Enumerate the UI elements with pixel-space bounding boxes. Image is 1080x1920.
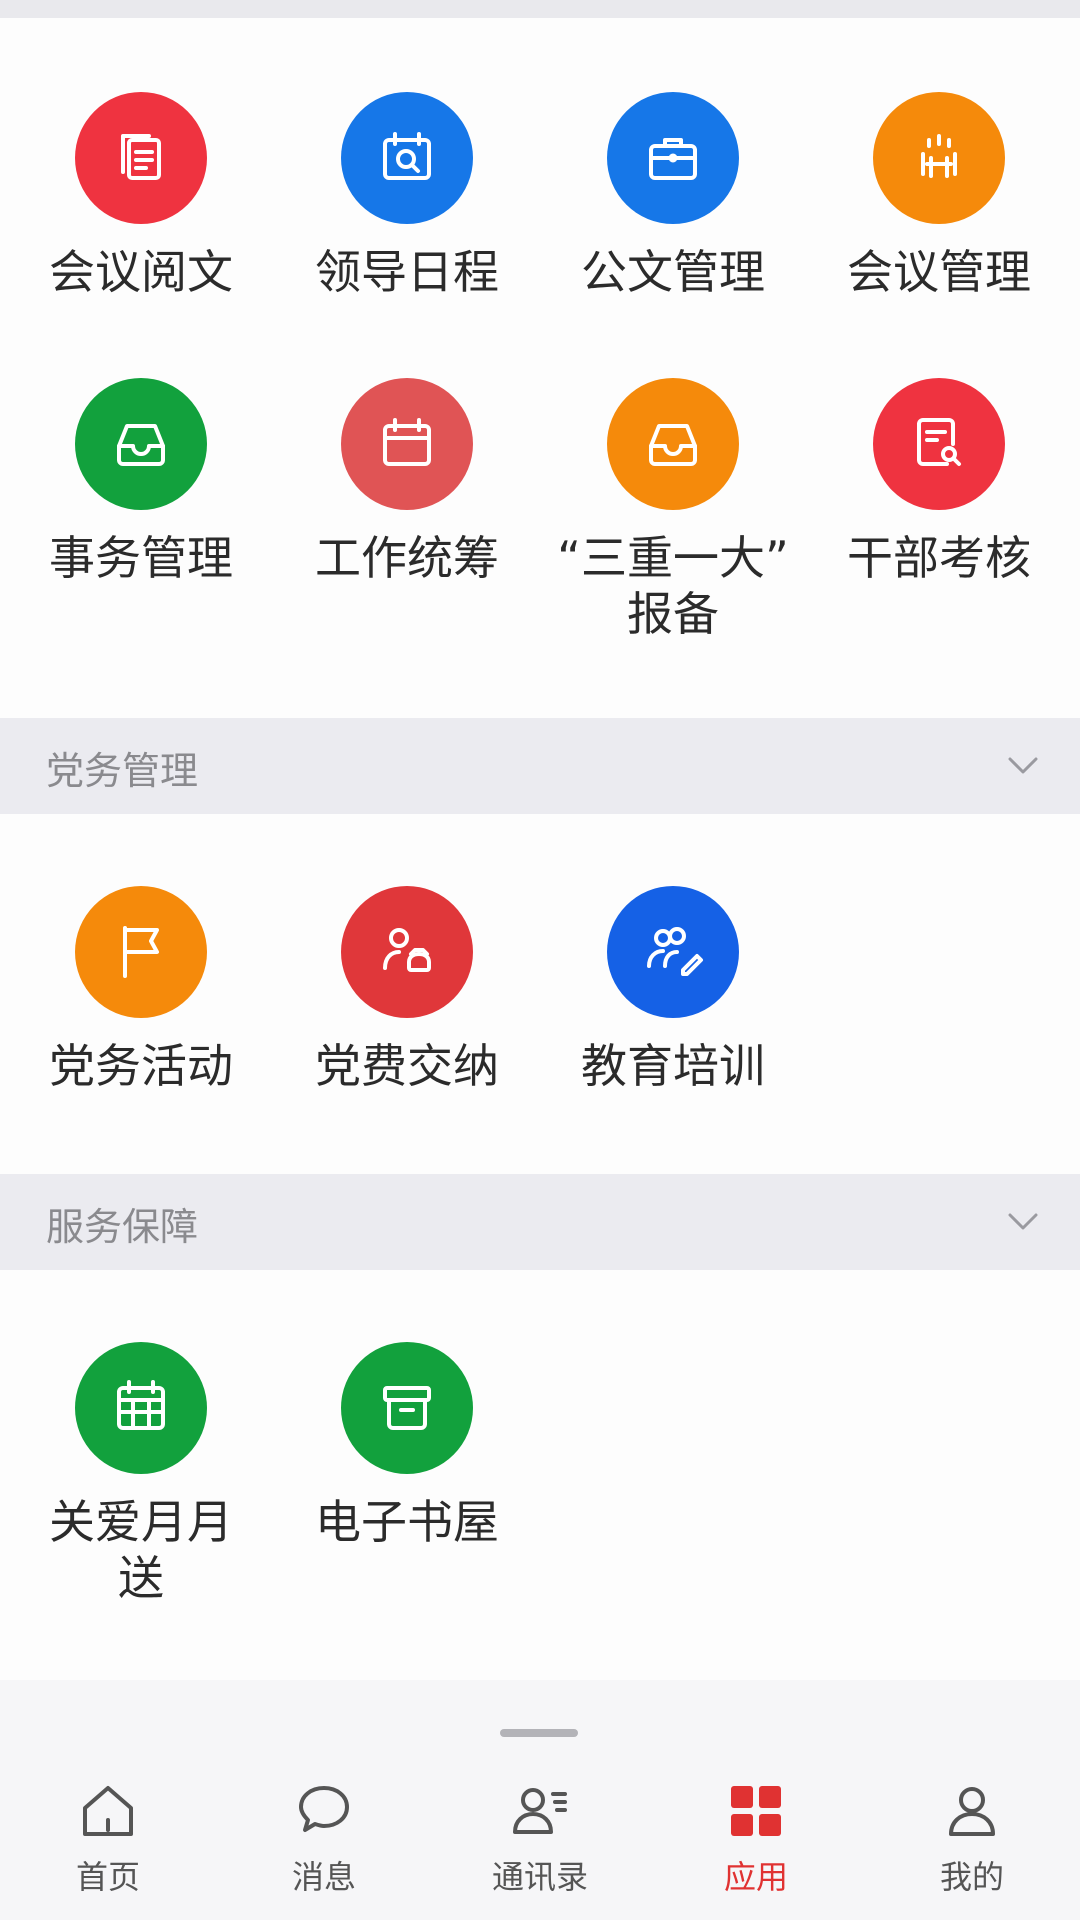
tab-home[interactable]: 首页 <box>0 1776 216 1898</box>
section-title: 党务管理 <box>46 749 199 793</box>
tab-messages[interactable]: 消息 <box>216 1776 432 1898</box>
user-icon <box>864 1776 1080 1846</box>
app-label: 党务活动 <box>49 1039 233 1093</box>
app-label: 工作统筹 <box>315 531 499 585</box>
app-label: 领导日程 <box>315 245 499 299</box>
tab-apps[interactable]: 应用 <box>648 1776 864 1898</box>
app-label: 干部考核 <box>847 531 1031 585</box>
app-meeting-reading[interactable]: 会议阅文 <box>8 92 274 300</box>
chat-bubble-icon <box>216 1776 432 1846</box>
office-apps-panel: 会议阅文 领导日程 公文管理 会议管理 事务管理 工作统筹 “三重一大” 报备 … <box>0 18 1080 718</box>
document-stack-icon <box>75 92 207 224</box>
archive-box-icon <box>341 1342 473 1474</box>
briefcase-icon <box>607 92 739 224</box>
tab-label: 首页 <box>75 1858 140 1896</box>
app-meeting-management[interactable]: 会议管理 <box>806 92 1072 300</box>
app-leader-schedule[interactable]: 领导日程 <box>274 92 540 300</box>
tab-label: 我的 <box>939 1858 1004 1896</box>
tab-label: 通讯录 <box>491 1858 588 1896</box>
app-e-library[interactable]: 电子书屋 <box>274 1342 540 1550</box>
calendar-icon <box>341 378 473 510</box>
calendar-search-icon <box>341 92 473 224</box>
tab-label: 消息 <box>291 1858 356 1896</box>
user-moneybag-icon <box>341 886 473 1018</box>
app-party-activities[interactable]: 党务活动 <box>8 886 274 1094</box>
service-section-header[interactable]: 服务保障 <box>0 1174 1080 1270</box>
app-party-fee-payment[interactable]: 党费交纳 <box>274 886 540 1094</box>
home-icon <box>0 1776 216 1846</box>
meeting-table-icon <box>873 92 1005 224</box>
contacts-icon <box>432 1776 648 1846</box>
app-label: 关爱月月 送 <box>49 1495 233 1605</box>
chevron-down-icon[interactable] <box>1006 748 1040 782</box>
app-label: 电子书屋 <box>315 1495 499 1549</box>
flag-icon <box>75 886 207 1018</box>
chevron-down-icon[interactable] <box>1006 1204 1040 1238</box>
users-edit-icon <box>607 886 739 1018</box>
app-affairs-management[interactable]: 事务管理 <box>8 378 274 586</box>
app-work-coordination[interactable]: 工作统筹 <box>274 378 540 586</box>
inbox-tray-icon <box>75 378 207 510</box>
app-label: 党费交纳 <box>315 1039 499 1093</box>
tab-profile[interactable]: 我的 <box>864 1776 1080 1898</box>
app-cadre-assessment[interactable]: 干部考核 <box>806 378 1072 586</box>
section-title: 服务保障 <box>46 1205 199 1249</box>
calendar-grid-icon <box>75 1342 207 1474</box>
app-label: “三重一大” 报备 <box>557 531 789 641</box>
document-search-icon <box>873 378 1005 510</box>
app-document-management[interactable]: 公文管理 <box>540 92 806 300</box>
apps-grid-icon <box>648 1776 864 1846</box>
app-education-training[interactable]: 教育培训 <box>540 886 806 1094</box>
drag-handle[interactable] <box>500 1729 578 1737</box>
top-divider <box>0 0 1080 18</box>
party-section-header[interactable]: 党务管理 <box>0 718 1080 814</box>
tab-label: 应用 <box>723 1858 788 1896</box>
inbox-tray-icon <box>607 378 739 510</box>
app-label: 公文管理 <box>581 245 765 299</box>
party-apps-panel: 党务活动 党费交纳 教育培训 <box>0 814 1080 1174</box>
app-label: 会议阅文 <box>49 245 233 299</box>
app-three-major-report[interactable]: “三重一大” 报备 <box>540 378 806 642</box>
app-monthly-care[interactable]: 关爱月月 送 <box>8 1342 274 1606</box>
service-apps-panel: 关爱月月 送 电子书屋 <box>0 1270 1080 1684</box>
tab-contacts[interactable]: 通讯录 <box>432 1776 648 1898</box>
app-label: 会议管理 <box>847 245 1031 299</box>
app-label: 教育培训 <box>581 1039 765 1093</box>
app-label: 事务管理 <box>49 531 233 585</box>
